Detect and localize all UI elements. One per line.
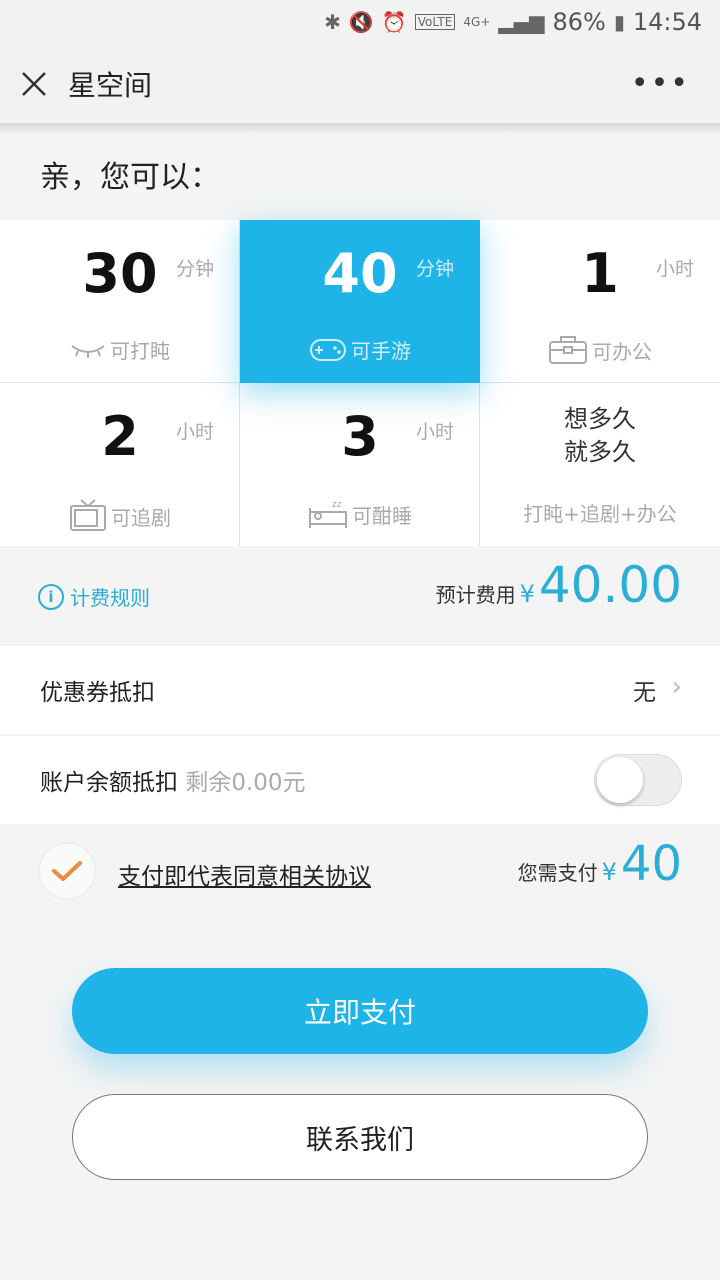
checkmark-icon: [52, 861, 82, 881]
amount-due: 您需支付 ¥ 40: [517, 836, 682, 892]
mute-icon: 🔇: [348, 10, 374, 34]
estimated-fee: 预计费用 ¥ 40.00: [435, 556, 682, 614]
svg-text:zz: zz: [332, 500, 342, 510]
4g-icon: 4G+: [463, 15, 491, 29]
billing-rules-link[interactable]: i 计费规则: [38, 582, 150, 611]
chevron-right-icon: ›: [671, 672, 682, 702]
agreement-checkbox[interactable]: [38, 842, 96, 900]
option-unit: 小时: [176, 421, 215, 443]
balance-row: 账户余额抵扣 剩余0.00元: [0, 736, 720, 824]
nav-bar: 星空间 •••: [0, 44, 720, 124]
close-button[interactable]: [0, 44, 68, 124]
battery-percent: 86%: [552, 8, 606, 36]
alarm-icon: ⏰: [381, 10, 407, 34]
amount-due-value: 40: [620, 836, 682, 892]
option-activity: 可追剧: [0, 498, 240, 534]
option-40-min[interactable]: 40 分钟 可手游: [240, 220, 480, 383]
sleepy-eye-icon: [71, 344, 105, 358]
bluetooth-icon: ✱: [324, 10, 341, 34]
fee-bar: i 计费规则 预计费用 ¥ 40.00: [0, 548, 720, 646]
page-title: 星空间: [68, 68, 153, 102]
option-1-hour[interactable]: 1 小时 可办公: [480, 220, 720, 383]
duration-options: 30 分钟 可打盹 40 分钟 可手游 1 小时 可办公 2 小时 可追剧 3 …: [0, 220, 720, 546]
toggle-knob: [597, 757, 643, 803]
volte-icon: VoLTE: [414, 14, 456, 30]
pay-now-button[interactable]: 立即支付: [72, 968, 648, 1054]
signal-icon: ▂▄▆: [498, 10, 545, 34]
option-30-min[interactable]: 30 分钟 可打盹: [0, 220, 240, 383]
clock: 14:54: [632, 8, 702, 36]
option-unit: 分钟: [176, 258, 215, 280]
option-activity: 可手游: [240, 335, 480, 364]
option-unlimited[interactable]: 想多久 就多久 打盹+追剧+办公: [480, 383, 720, 546]
option-unit: 小时: [656, 258, 695, 280]
status-bar: ✱ 🔇 ⏰ VoLTE 4G+ ▂▄▆ 86% ▮ 14:54: [0, 0, 720, 44]
briefcase-icon: [549, 336, 587, 364]
agreement-link[interactable]: 支付即代表同意相关协议: [118, 857, 371, 891]
option-activity: 可办公: [480, 335, 720, 365]
close-icon: [22, 71, 46, 96]
option-2-hour[interactable]: 2 小时 可追剧: [0, 383, 240, 546]
more-menu-button[interactable]: •••: [631, 66, 690, 101]
option-activity: 可打盹: [0, 335, 240, 364]
coupon-value: 无: [633, 680, 656, 706]
coupon-row[interactable]: 优惠券抵扣 无 ›: [0, 646, 720, 734]
balance-toggle[interactable]: [594, 754, 682, 806]
option-activity: 打盹+追剧+办公: [523, 502, 677, 526]
info-icon: i: [38, 583, 64, 610]
option-unit: 小时: [416, 421, 455, 443]
estimated-fee-amount: 40.00: [538, 556, 682, 614]
battery-icon: ▮: [613, 10, 625, 34]
gamepad-icon: [310, 338, 346, 361]
balance-remaining: 剩余0.00元: [185, 770, 306, 796]
option-3-hour[interactable]: 3 小时 zz 可酣睡: [240, 383, 480, 546]
contact-us-button[interactable]: 联系我们: [72, 1094, 648, 1180]
nav-shadow: [0, 124, 720, 134]
option-activity: zz 可酣睡: [240, 498, 480, 530]
bed-icon: zz: [309, 500, 347, 528]
greeting-text: 亲，您可以：: [40, 160, 220, 195]
option-unlimited-title: 想多久 就多久: [564, 405, 636, 466]
option-unit: 分钟: [416, 258, 455, 280]
tv-icon: [70, 499, 106, 531]
